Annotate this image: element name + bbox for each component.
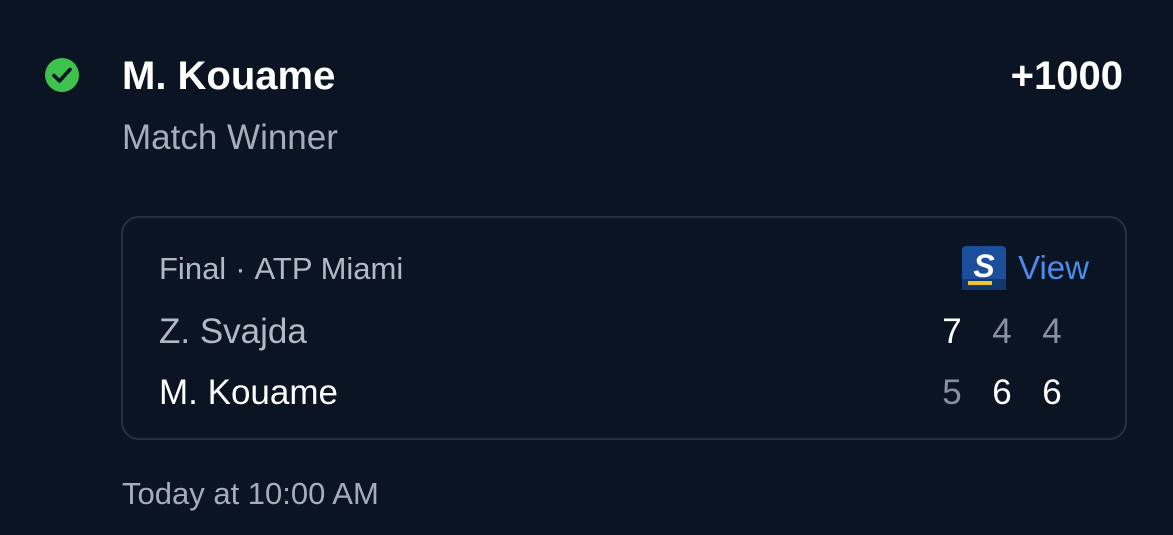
status-separator: · xyxy=(235,251,246,286)
scoreboard-card: Final · ATP Miami S View Z. Svajda 7 4 4 M… xyxy=(121,216,1127,440)
set-scores: 7 4 4 xyxy=(927,310,1077,354)
svg-text:S: S xyxy=(973,248,995,284)
match-time: Today at 10:00 AM xyxy=(122,476,379,511)
player-name: M. Kouame xyxy=(159,373,338,412)
status-label: Final xyxy=(159,251,227,286)
score-app-logo-icon: S xyxy=(962,246,1007,290)
check-circle-icon xyxy=(45,58,79,92)
view-scores-link[interactable]: S View xyxy=(962,246,1089,290)
player-row: Z. Svajda 7 4 4 xyxy=(159,310,1077,354)
set-score: 6 xyxy=(992,373,1012,412)
event-name: ATP Miami xyxy=(254,251,404,286)
view-link-label: View xyxy=(1018,249,1089,286)
match-status: Final · ATP Miami xyxy=(159,250,403,288)
set-score: 4 xyxy=(992,312,1012,351)
market-label: Match Winner xyxy=(122,118,338,157)
player-row: M. Kouame 5 6 6 xyxy=(159,371,1077,415)
bet-card: M. Kouame +1000 Match Winner Final · ATP M… xyxy=(0,0,1173,535)
selection-name: M. Kouame xyxy=(122,54,336,98)
player-name: Z. Svajda xyxy=(159,312,307,351)
set-score: 7 xyxy=(942,312,962,351)
set-score: 5 xyxy=(942,373,962,412)
set-score: 4 xyxy=(1042,312,1062,351)
set-scores: 5 6 6 xyxy=(927,371,1077,415)
odds-value: +1000 xyxy=(1010,54,1123,98)
set-score: 6 xyxy=(1042,373,1062,412)
